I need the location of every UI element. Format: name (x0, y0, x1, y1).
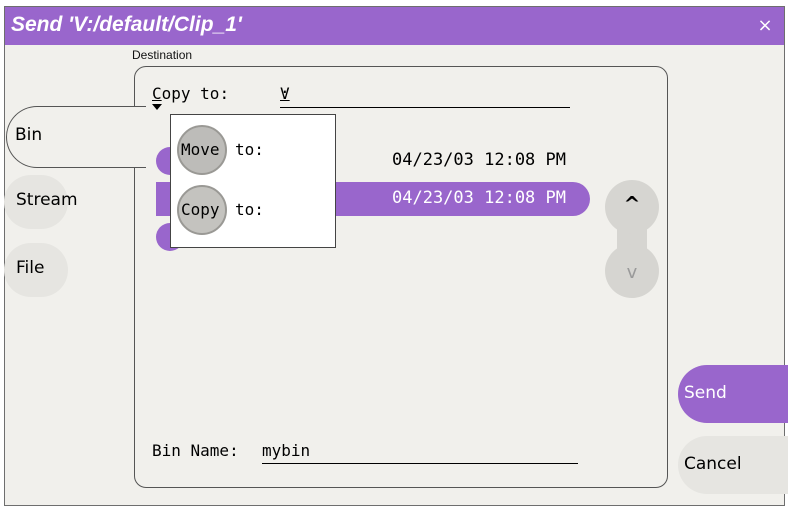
tab-stream-label: Stream (16, 190, 78, 210)
menu-item-move-word: Move (181, 140, 220, 159)
target-value: : (280, 84, 290, 103)
dropdown-arrow-icon[interactable] (152, 104, 162, 110)
tab-stream[interactable]: Stream (4, 175, 78, 229)
copy-mode-menu: Move to: Copy to: (170, 114, 336, 248)
bin-name-label: Bin Name: (152, 441, 239, 460)
send-button[interactable]: Send (678, 365, 788, 423)
copy-mode-dropdown[interactable]: Copy to: (152, 84, 229, 103)
tab-bin[interactable]: Bin (6, 106, 146, 168)
dialog-title: Send 'V:/default/Clip_1' (11, 13, 242, 36)
menu-item-copy-word: Copy (181, 200, 220, 219)
close-button[interactable]: × (752, 13, 778, 39)
list-item-date: 04/23/03 12:08 PM (392, 188, 566, 208)
copy-mode-mnemonic: C (152, 84, 162, 103)
cancel-button-label: Cancel (684, 454, 742, 474)
list-item-date: 04/23/03 12:08 PM (392, 150, 566, 170)
tab-bin-connector (130, 107, 150, 167)
chevron-down-icon: v (626, 262, 638, 283)
menu-item-copy[interactable]: Copy to: (171, 181, 335, 241)
bin-name-input[interactable]: mybin (262, 438, 578, 464)
bin-name-value: mybin (262, 441, 311, 460)
menu-item-move[interactable]: Move to: (171, 121, 335, 181)
send-button-label: Send (684, 383, 727, 403)
menu-item-move-rest: to: (235, 140, 264, 159)
chevron-up-icon: ^ (623, 192, 641, 216)
menu-item-copy-rest: to: (235, 200, 264, 219)
scroll-control: ^ v (605, 180, 659, 298)
copy-mode-label: opy to: (161, 84, 230, 103)
tab-bin-label: Bin (15, 125, 43, 145)
target-field[interactable]: V: (280, 84, 570, 108)
tab-file[interactable]: File (4, 243, 68, 297)
destination-label: Destination (132, 48, 193, 62)
tab-file-label: File (16, 258, 45, 278)
cancel-button[interactable]: Cancel (678, 436, 788, 494)
close-icon: × (757, 15, 773, 36)
title-bar: Send 'V:/default/Clip_1' × (5, 7, 784, 45)
